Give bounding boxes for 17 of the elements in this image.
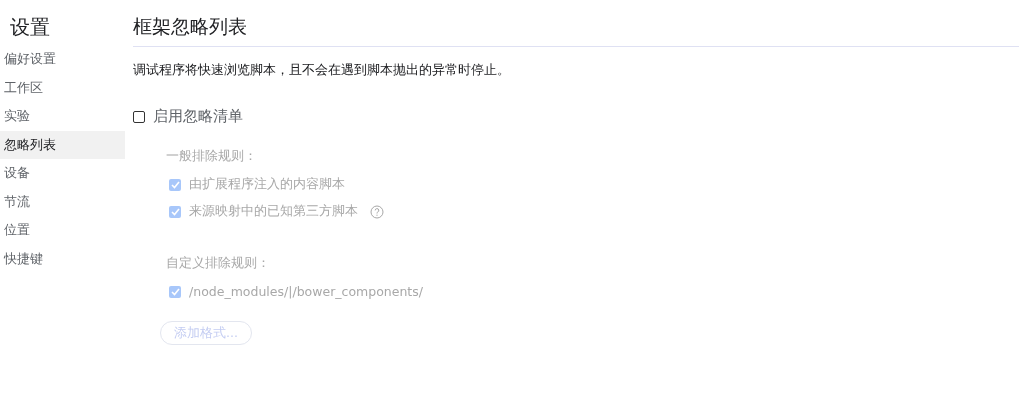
- sidebar-item[interactable]: 实验: [0, 102, 125, 131]
- sidebar-item[interactable]: 工作区: [0, 73, 125, 102]
- sidebar-item[interactable]: 设备: [0, 159, 125, 188]
- sidebar-item[interactable]: 偏好设置: [0, 45, 125, 74]
- checkbox[interactable]: [133, 110, 145, 123]
- checkbox-label: 来源映射中的已知第三方脚本: [189, 203, 358, 220]
- checkbox-label: /node_modules/|/bower_components/: [189, 284, 423, 299]
- page-title: 框架忽略列表: [133, 14, 248, 39]
- sidebar-item[interactable]: 节流: [0, 187, 125, 216]
- sidebar-item[interactable]: 忽略列表: [0, 130, 125, 159]
- checkbox-label: 由扩展程序注入的内容脚本: [189, 176, 345, 193]
- sidebar-item[interactable]: 快捷键: [0, 244, 125, 273]
- description: 调试程序将快速浏览脚本，且不会在遇到脚本抛出的异常时停止。: [133, 62, 511, 79]
- sidebar-title: 设置: [9, 14, 51, 41]
- group-heading: 自定义排除规则：: [166, 255, 271, 272]
- checkbox-label: 启用忽略清单: [153, 107, 243, 126]
- sidebar-item[interactable]: 位置: [0, 216, 125, 245]
